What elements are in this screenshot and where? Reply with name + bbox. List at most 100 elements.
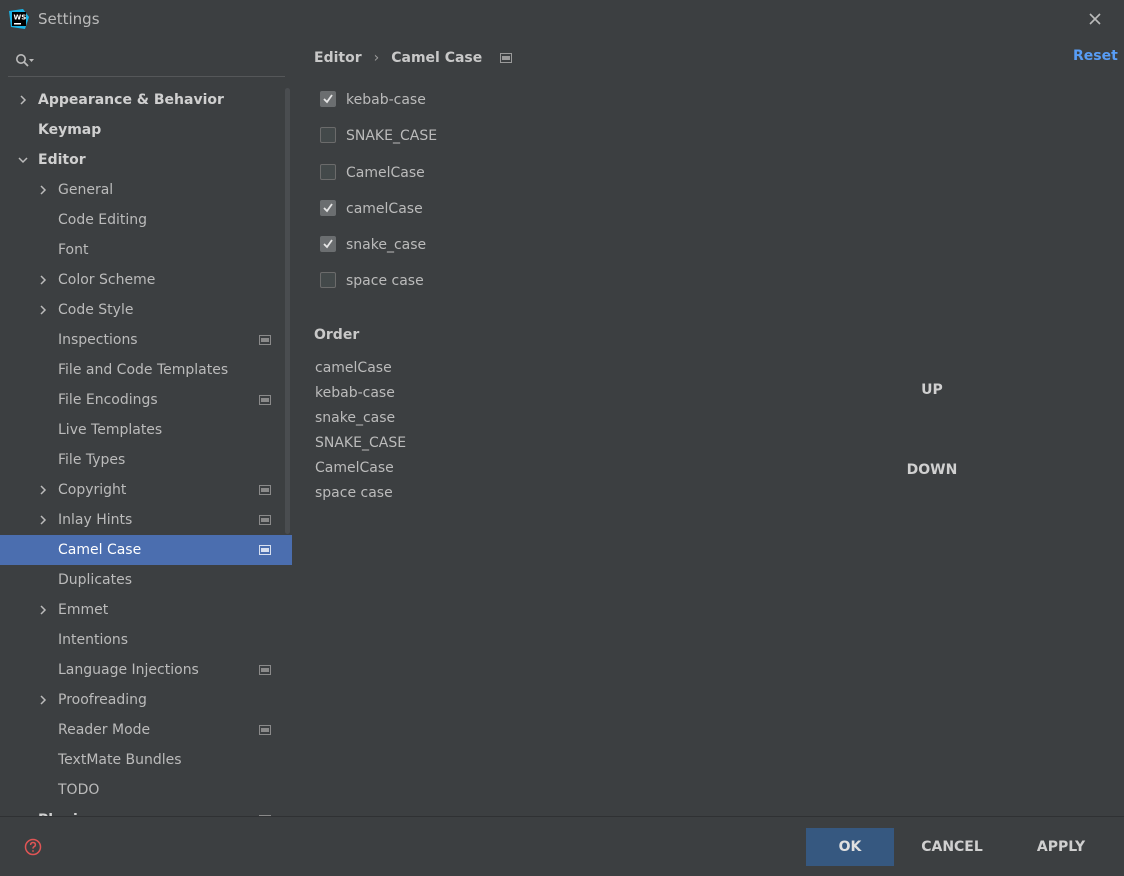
checkbox-label: CamelCase [346,164,425,181]
sidebar-item[interactable]: Color Scheme [0,265,292,295]
chevron-right-icon[interactable] [37,514,49,526]
sidebar-item[interactable]: Language Injections [0,655,292,685]
sidebar-item[interactable]: Emmet [0,595,292,625]
sidebar-item[interactable]: Reader Mode [0,715,292,745]
help-icon[interactable] [24,838,42,856]
order-list-item[interactable]: snake_case [315,406,406,431]
sidebar-item-label: Inspections [58,332,138,348]
project-scope-icon [259,395,271,405]
sidebar-item-label: Code Editing [58,212,148,228]
sidebar-item[interactable]: Keymap [0,115,292,145]
settings-sidebar: Appearance & Behavior Keymap Editor General… [0,40,292,816]
settings-search-field[interactable] [8,46,285,77]
order-list-item[interactable]: CamelCase [315,456,406,481]
order-list[interactable]: camelCase kebab-case snake_case SNAKE_CASE C… [315,356,406,506]
sidebar-item[interactable]: Duplicates [0,565,292,595]
project-scope-icon [259,665,271,675]
sidebar-item[interactable]: File Types [0,445,292,475]
project-scope-icon [259,725,271,735]
move-up-button[interactable]: UP [902,378,962,402]
sidebar-item[interactable]: File and Code Templates [0,355,292,385]
sidebar-item[interactable]: General [0,175,292,205]
breadcrumb-parent[interactable]: Editor [314,50,362,66]
settings-tree: Appearance & Behavior Keymap Editor General… [0,85,292,816]
sidebar-item-label: TextMate Bundles [58,752,182,768]
sidebar-item[interactable]: Inlay Hints [0,505,292,535]
sidebar-item-label: Duplicates [58,572,132,588]
chevron-right-icon[interactable] [37,694,49,706]
checkmark-icon [323,94,333,104]
sidebar-item[interactable]: Intentions [0,625,292,655]
checkmark-icon [323,239,333,249]
sidebar-item[interactable]: Plugins [0,805,292,816]
sidebar-item-label: Keymap [38,122,102,138]
sidebar-item[interactable]: TODO [0,775,292,805]
sidebar-item[interactable]: Appearance & Behavior [0,85,292,115]
project-scope-icon [259,335,271,345]
order-section-title: Order [314,327,360,343]
sidebar-item[interactable]: Copyright [0,475,292,505]
sidebar-item[interactable]: Proofreading [0,685,292,715]
chevron-right-icon[interactable] [17,94,29,106]
apply-button[interactable]: APPLY [1022,828,1100,866]
webstorm-logo-icon: WS [9,9,29,29]
project-scope-icon [259,545,271,555]
sidebar-item-label: General [58,182,114,198]
sidebar-item-label: File Encodings [58,392,158,408]
sidebar-item[interactable]: Editor [0,145,292,175]
breadcrumb-current: Camel Case [391,50,483,66]
title-bar: WS Settings [0,0,1124,38]
sidebar-item-label: File and Code Templates [58,362,229,378]
sidebar-item[interactable]: Camel Case [0,535,292,565]
checkbox[interactable] [320,91,336,107]
sidebar-item[interactable]: File Encodings [0,385,292,415]
chevron-right-icon[interactable] [37,274,49,286]
sidebar-item-label: Inlay Hints [58,512,133,528]
cancel-button[interactable]: CANCEL [910,828,994,866]
checkbox[interactable] [320,272,336,289]
breadcrumb: Editor › Camel Case [314,48,513,68]
sidebar-item-label: File Types [58,452,126,468]
sidebar-item-label: Appearance & Behavior [38,92,224,108]
checkbox[interactable] [320,127,336,144]
checkbox-label: snake_case [346,237,427,254]
checkmark-icon [323,203,333,213]
project-scope-icon [500,53,513,63]
chevron-right-icon[interactable] [37,604,49,616]
move-down-button[interactable]: DOWN [902,458,962,482]
close-icon[interactable] [1085,9,1105,29]
sidebar-item-label: Code Style [58,302,134,318]
sidebar-item[interactable]: Inspections [0,325,292,355]
checkbox[interactable] [320,163,336,180]
sidebar-item[interactable]: Code Style [0,295,292,325]
chevron-right-icon[interactable] [37,184,49,196]
ok-button[interactable]: OK [806,828,894,866]
chevron-right-icon[interactable] [37,304,49,316]
checkbox-label: kebab-case [346,92,426,108]
checkbox[interactable] [320,199,336,216]
order-list-item[interactable]: space case [315,481,406,506]
checkbox-label: camelCase [346,200,423,217]
sidebar-item[interactable]: Code Editing [0,205,292,235]
sidebar-item[interactable]: Live Templates [0,415,292,445]
sidebar-item-label: Editor [38,152,86,168]
window-title: Settings [38,10,100,28]
checkbox[interactable] [320,236,336,253]
sidebar-item-label: Intentions [58,632,129,648]
sidebar-item-label: Proofreading [58,692,147,708]
sidebar-item-label: Reader Mode [58,722,151,738]
sidebar-item-label: Copyright [58,482,127,498]
order-list-item[interactable]: camelCase [315,356,406,381]
sidebar-item[interactable]: TextMate Bundles [0,745,292,775]
sidebar-item-label: Color Scheme [58,272,156,288]
project-scope-icon [259,485,271,495]
camel-case-settings-panel: Editor › Camel Case Reset kebab-case SNAK… [292,40,1124,816]
reset-link[interactable]: Reset [1073,48,1118,64]
chevron-down-icon[interactable] [17,154,29,166]
sidebar-item[interactable]: Font [0,235,292,265]
order-list-item[interactable]: SNAKE_CASE [315,431,406,456]
chevron-right-icon[interactable] [37,484,49,496]
order-list-item[interactable]: kebab-case [315,381,406,406]
logo-text: WS [14,14,27,22]
sidebar-item-label: TODO [58,782,100,798]
